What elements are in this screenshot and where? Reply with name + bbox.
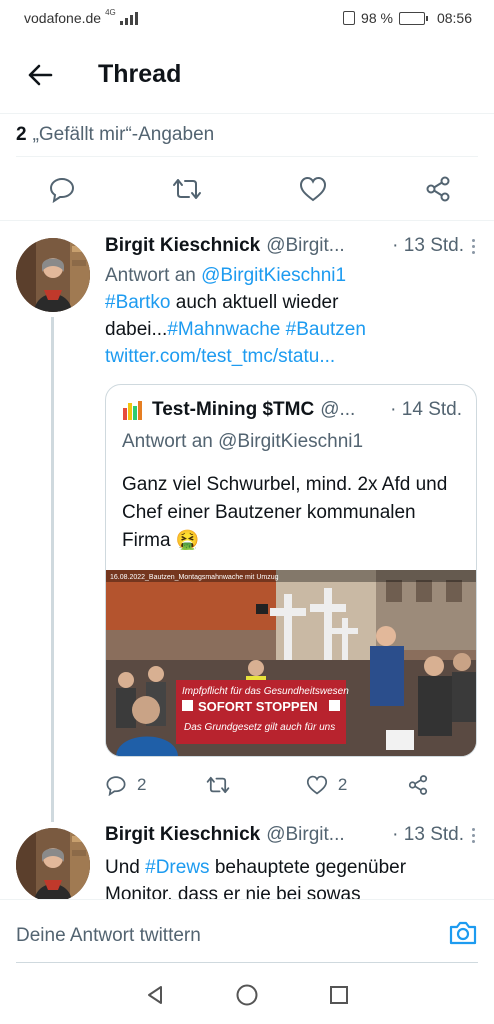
vibrate-icon	[343, 11, 356, 25]
reply-composer: Deine Antwort twittern	[0, 899, 494, 971]
reply-input[interactable]: Deine Antwort twittern	[16, 925, 448, 947]
tweet-url-link[interactable]: twitter.com/test_tmc/statu...	[105, 346, 335, 367]
banner-text-3: Das Grundgesetz gilt auch für uns	[184, 722, 335, 733]
hashtag-link[interactable]: #Bautzen	[286, 319, 366, 340]
reply-button[interactable]	[46, 173, 78, 205]
reply-divider	[16, 962, 478, 963]
triangle-back-icon	[148, 986, 163, 1004]
timestamp[interactable]: · 13 Std.	[392, 235, 464, 257]
page-title: Thread	[98, 60, 182, 88]
clock: 08:56	[436, 10, 472, 26]
nav-home-button[interactable]	[235, 983, 259, 1012]
like-count: 2	[337, 775, 348, 794]
share-icon	[408, 775, 428, 795]
reply-tweet-actions: 2 2	[105, 765, 477, 805]
signal-icon	[119, 11, 138, 25]
retweet-button[interactable]	[171, 173, 203, 205]
thread-connector	[51, 317, 54, 822]
tweet-text: #Bartko auch aktuell wieder dabei...#Mah…	[105, 292, 366, 367]
nav-back-button[interactable]	[144, 984, 166, 1011]
system-nav-bar	[0, 971, 494, 1024]
retweet-icon	[206, 776, 230, 794]
hashtag-link[interactable]: #Drews	[145, 857, 209, 878]
heart-icon	[299, 176, 326, 201]
square-recents-icon	[329, 986, 348, 1004]
carrier-label: vodafone.de	[24, 10, 102, 26]
back-button[interactable]	[20, 55, 60, 95]
avatar[interactable]	[16, 238, 90, 312]
author-handle[interactable]: @Birgit...	[266, 235, 344, 257]
likes-summary[interactable]: 2 „Gefällt mir“-Angaben	[16, 113, 478, 157]
banner-text-1: Impfpflicht für das Gesundheitswesen	[182, 686, 349, 697]
battery-icon	[398, 11, 428, 25]
app-header: Thread	[0, 36, 494, 114]
like-button[interactable]: 2	[306, 775, 347, 795]
avatar[interactable]	[16, 828, 90, 899]
quoted-timestamp: · 14 Std.	[390, 399, 462, 420]
retweet-icon	[173, 178, 202, 199]
reply-to-handle[interactable]: @BirgitKieschni1	[201, 265, 346, 286]
camera-button[interactable]	[448, 919, 478, 952]
comment-icon	[106, 776, 126, 796]
quoted-avatar[interactable]	[122, 399, 144, 421]
quoted-text: Ganz viel Schwurbel, mind. 2x Afd und Ch…	[122, 474, 448, 551]
author-handle[interactable]: @Birgit...	[266, 824, 344, 846]
network-type: 4G	[105, 7, 116, 17]
heart-icon	[306, 775, 327, 795]
share-button[interactable]	[407, 774, 447, 796]
reply-tweet[interactable]: Birgit Kieschnick @Birgit... · 13 Std. A…	[0, 221, 494, 841]
reply-to-line: Antwort an @BirgitKieschni1	[105, 265, 347, 286]
battery-percent: 98 %	[361, 10, 393, 26]
hashtag-link[interactable]: #Bartko	[105, 292, 170, 313]
retweet-button[interactable]	[206, 774, 246, 796]
quoted-reply-to: Antwort an @BirgitKieschni1	[122, 431, 364, 452]
arrow-left-icon	[28, 64, 53, 85]
share-button[interactable]	[422, 173, 454, 205]
main-tweet-actions	[0, 157, 494, 221]
quoted-media-image[interactable]: 16.08.2022_Bautzen_Montagsmahnwache mit …	[106, 570, 476, 756]
reply-button[interactable]: 2	[105, 774, 146, 796]
quoted-author-name: Test-Mining $TMC	[152, 399, 315, 420]
likes-label: „Gefällt mir“-Angaben	[32, 123, 215, 145]
banner-text-2: SOFORT STOPPEN	[198, 699, 318, 714]
nav-recents-button[interactable]	[328, 984, 350, 1011]
media-caption: 16.08.2022_Bautzen_Montagsmahnwache mit …	[110, 574, 279, 581]
comment-icon	[49, 177, 75, 203]
quoted-tweet[interactable]: Test-Mining $TMC @... · 14 Std. Antwort …	[105, 384, 477, 757]
tweet-text: Und #Drews behauptete gegenüber Monitor,…	[105, 857, 407, 899]
more-icon[interactable]	[468, 239, 478, 254]
status-bar: vodafone.de 4G 98 % 08:56	[0, 0, 494, 36]
author-name[interactable]: Birgit Kieschnick	[105, 235, 260, 257]
author-name[interactable]: Birgit Kieschnick	[105, 824, 260, 846]
camera-icon	[449, 921, 477, 945]
likes-count: 2	[16, 123, 27, 145]
share-icon	[426, 176, 450, 201]
circle-home-icon	[236, 984, 258, 1006]
reply-tweet[interactable]: Birgit Kieschnick @Birgit... · 13 Std. U…	[0, 812, 494, 899]
hashtag-link[interactable]: #Mahnwache	[167, 319, 280, 340]
reply-count: 2	[137, 775, 147, 794]
more-icon[interactable]	[468, 828, 478, 843]
like-button[interactable]	[297, 173, 329, 205]
quoted-author-handle: @...	[320, 399, 356, 420]
timestamp[interactable]: · 13 Std.	[392, 824, 464, 846]
